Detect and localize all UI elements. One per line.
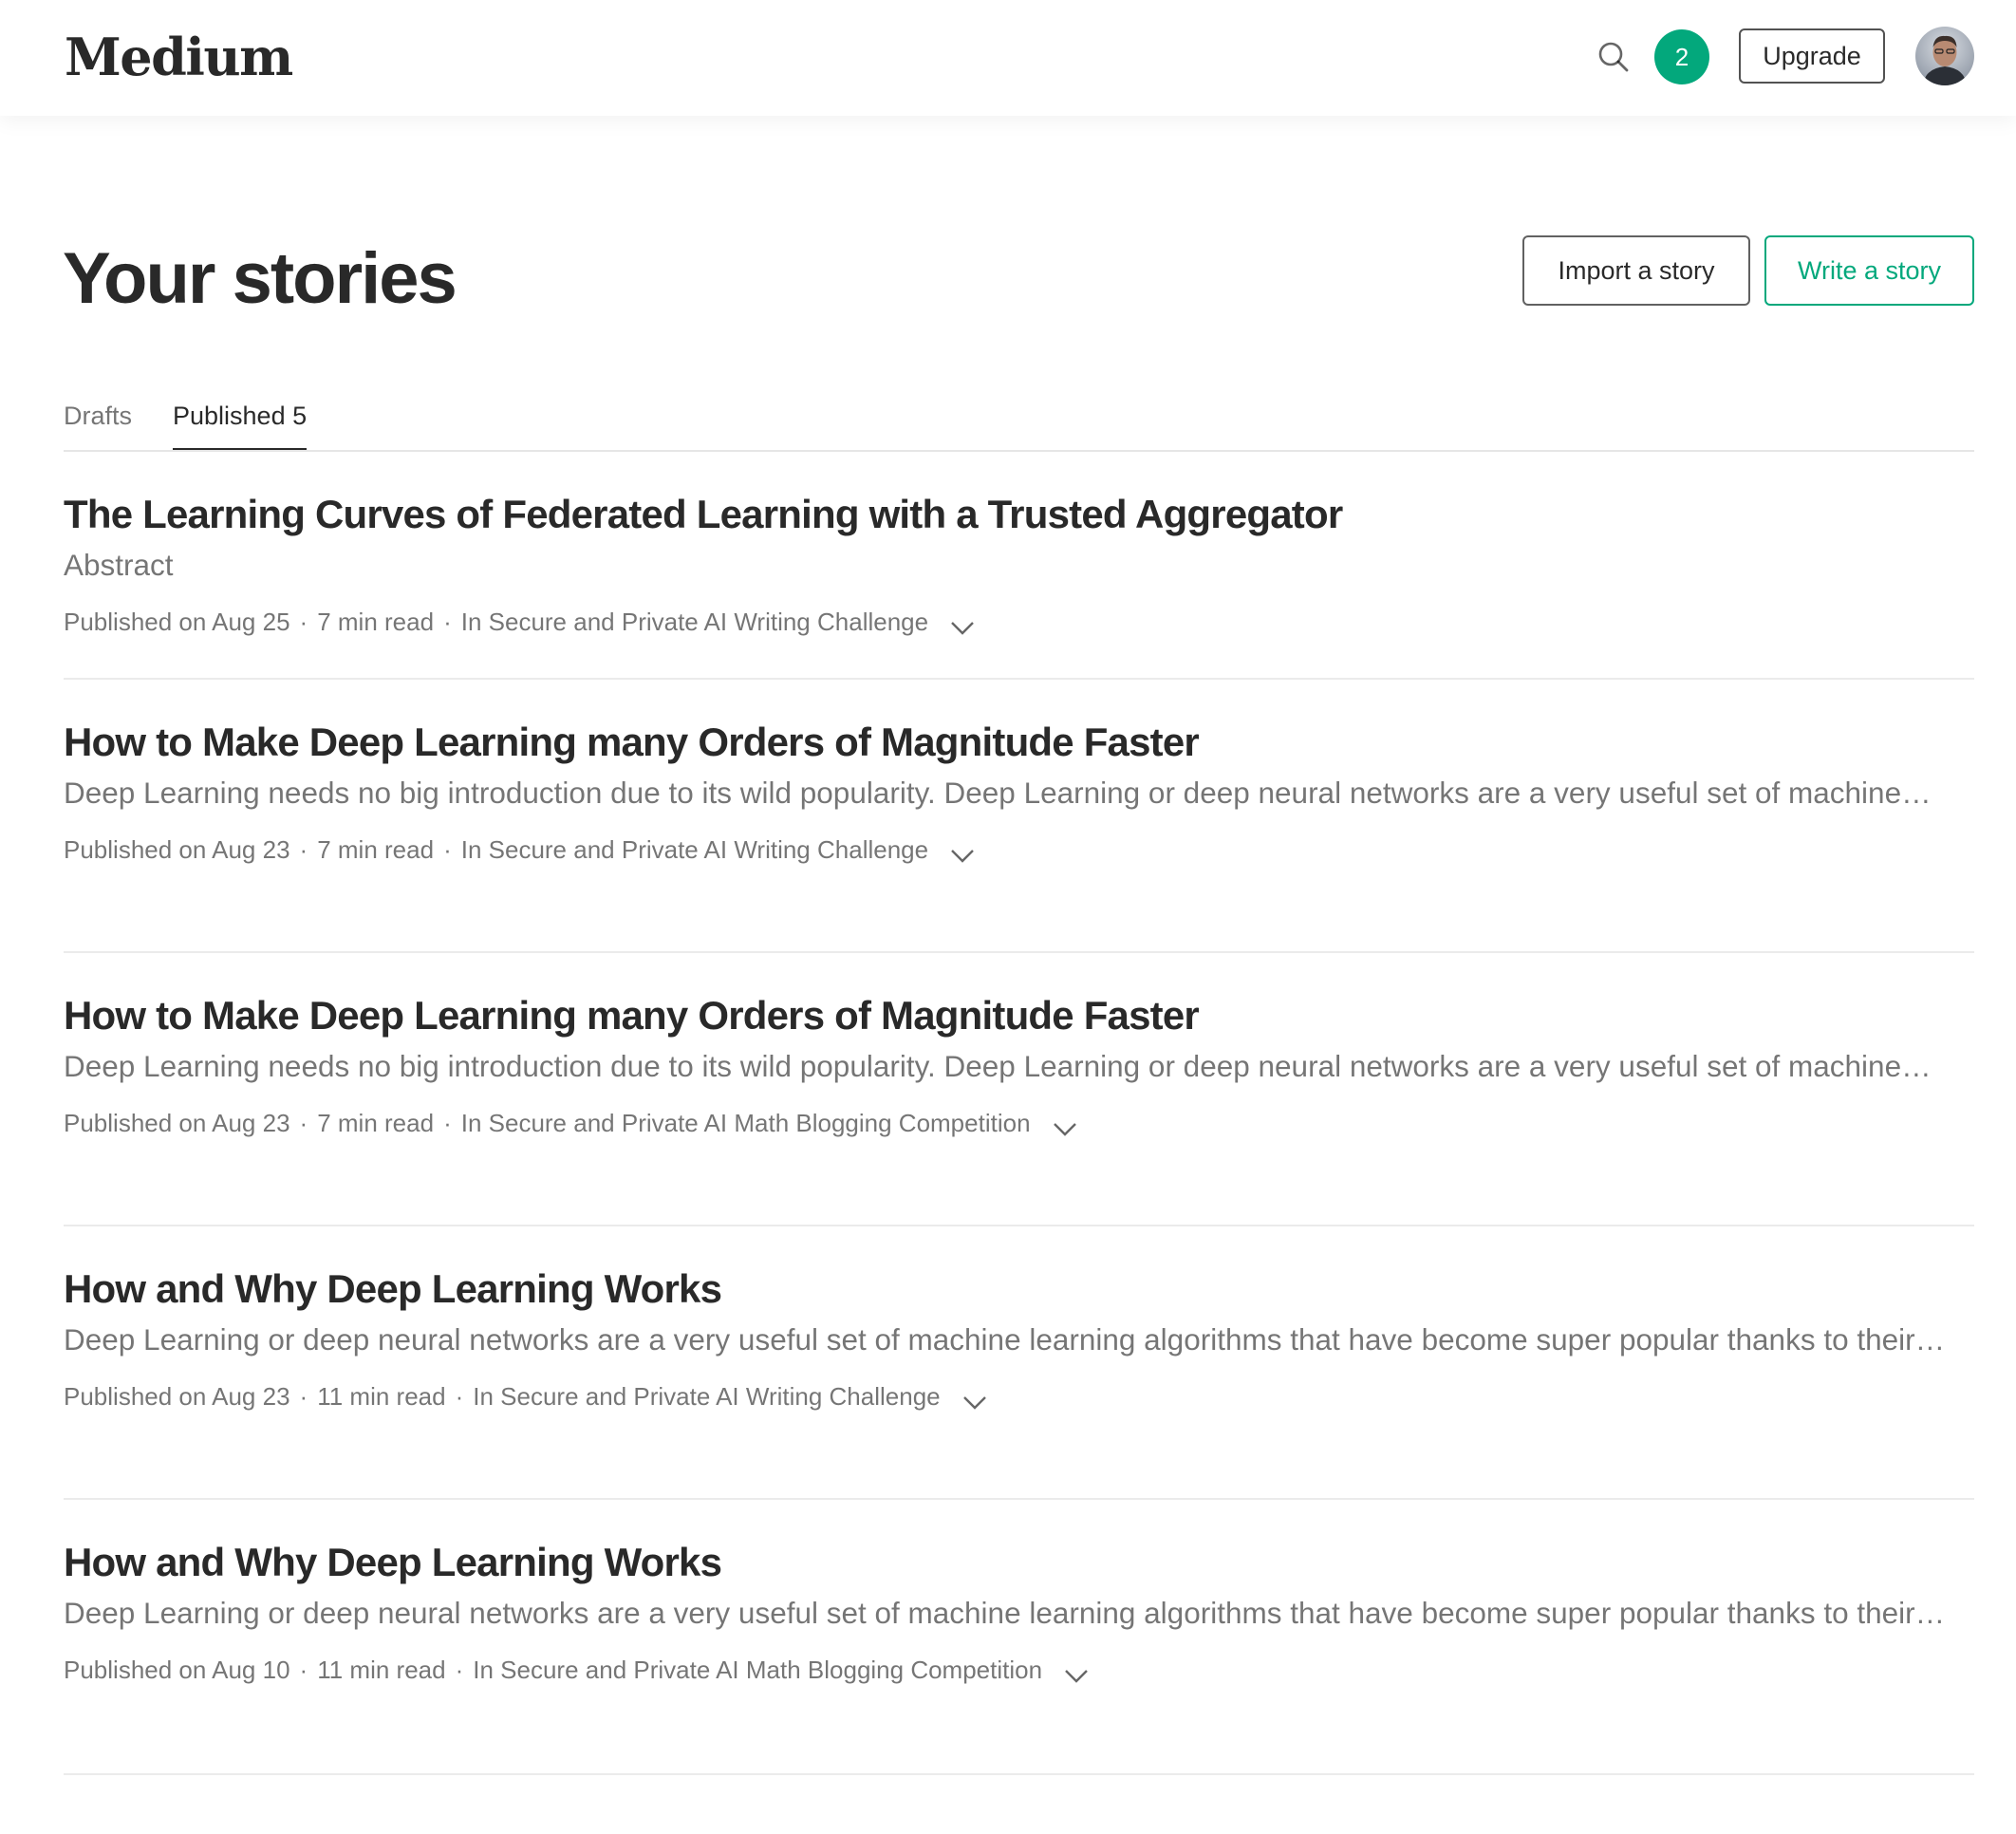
published-date: Published on Aug 23 <box>64 835 290 864</box>
story-item: The Learning Curves of Federated Learnin… <box>64 452 1974 680</box>
chevron-down-icon[interactable] <box>949 840 976 863</box>
story-excerpt: Deep Learning needs no big introduction … <box>64 776 1932 810</box>
read-time: 7 min read <box>317 835 435 864</box>
story-excerpt: Deep Learning needs no big introduction … <box>64 1049 1932 1083</box>
publication-name: In Secure and Private AI Writing Challen… <box>460 608 929 636</box>
upgrade-button[interactable]: Upgrade <box>1739 28 1885 84</box>
read-time: 7 min read <box>317 1109 435 1137</box>
publication-name: In Secure and Private AI Writing Challen… <box>473 1382 941 1411</box>
published-date: Published on Aug 10 <box>64 1656 290 1684</box>
chevron-down-icon[interactable] <box>1063 1660 1090 1683</box>
story-meta: Published on Aug 23 · 7 min read · In Se… <box>64 833 1974 866</box>
story-meta: Published on Aug 10 · 11 min read · In S… <box>64 1654 1974 1686</box>
story-item: How and Why Deep Learning Works Deep Lea… <box>64 1500 1974 1775</box>
search-icon[interactable] <box>1595 38 1633 76</box>
chevron-down-icon[interactable] <box>1052 1114 1078 1136</box>
read-time: 7 min read <box>317 608 435 636</box>
story-meta: Published on Aug 23 · 11 min read · In S… <box>64 1380 1974 1413</box>
notifications-badge[interactable]: 2 <box>1654 29 1709 84</box>
story-title[interactable]: How and Why Deep Learning Works <box>64 1536 1974 1589</box>
medium-logo[interactable]: Medium <box>65 27 293 87</box>
publication-name: In Secure and Private AI Math Blogging C… <box>473 1656 1043 1684</box>
top-nav: Medium 2 Upgrade <box>0 0 2016 116</box>
avatar[interactable] <box>1915 27 1974 85</box>
story-item: How to Make Deep Learning many Orders of… <box>64 953 1974 1226</box>
story-excerpt: Deep Learning or deep neural networks ar… <box>64 1596 1946 1630</box>
tab-drafts[interactable]: Drafts <box>64 399 132 433</box>
write-story-button[interactable]: Write a story <box>1764 235 1974 306</box>
story-item: How to Make Deep Learning many Orders of… <box>64 680 1974 953</box>
chevron-down-icon[interactable] <box>949 612 976 635</box>
story-item: How and Why Deep Learning Works Deep Lea… <box>64 1226 1974 1500</box>
published-date: Published on Aug 23 <box>64 1109 290 1137</box>
read-time: 11 min read <box>317 1656 446 1684</box>
publication-name: In Secure and Private AI Writing Challen… <box>460 835 929 864</box>
page-title: Your stories <box>63 238 457 319</box>
story-tabs: Drafts Published 5 <box>64 393 1974 452</box>
story-title[interactable]: The Learning Curves of Federated Learnin… <box>64 488 1974 541</box>
import-story-button[interactable]: Import a story <box>1522 235 1750 306</box>
story-excerpt: Deep Learning or deep neural networks ar… <box>64 1322 1946 1357</box>
story-title[interactable]: How to Make Deep Learning many Orders of… <box>64 989 1974 1042</box>
story-meta: Published on Aug 23 · 7 min read · In Se… <box>64 1107 1974 1139</box>
published-date: Published on Aug 23 <box>64 1382 290 1411</box>
story-meta: Published on Aug 25 · 7 min read · In Se… <box>64 606 1974 638</box>
story-excerpt: Abstract <box>64 548 174 582</box>
story-title[interactable]: How and Why Deep Learning Works <box>64 1263 1974 1316</box>
chevron-down-icon[interactable] <box>961 1387 988 1410</box>
read-time: 11 min read <box>317 1382 446 1411</box>
story-title[interactable]: How to Make Deep Learning many Orders of… <box>64 716 1974 769</box>
tab-published[interactable]: Published 5 <box>173 399 308 450</box>
publication-name: In Secure and Private AI Math Blogging C… <box>460 1109 1031 1137</box>
published-date: Published on Aug 25 <box>64 608 290 636</box>
